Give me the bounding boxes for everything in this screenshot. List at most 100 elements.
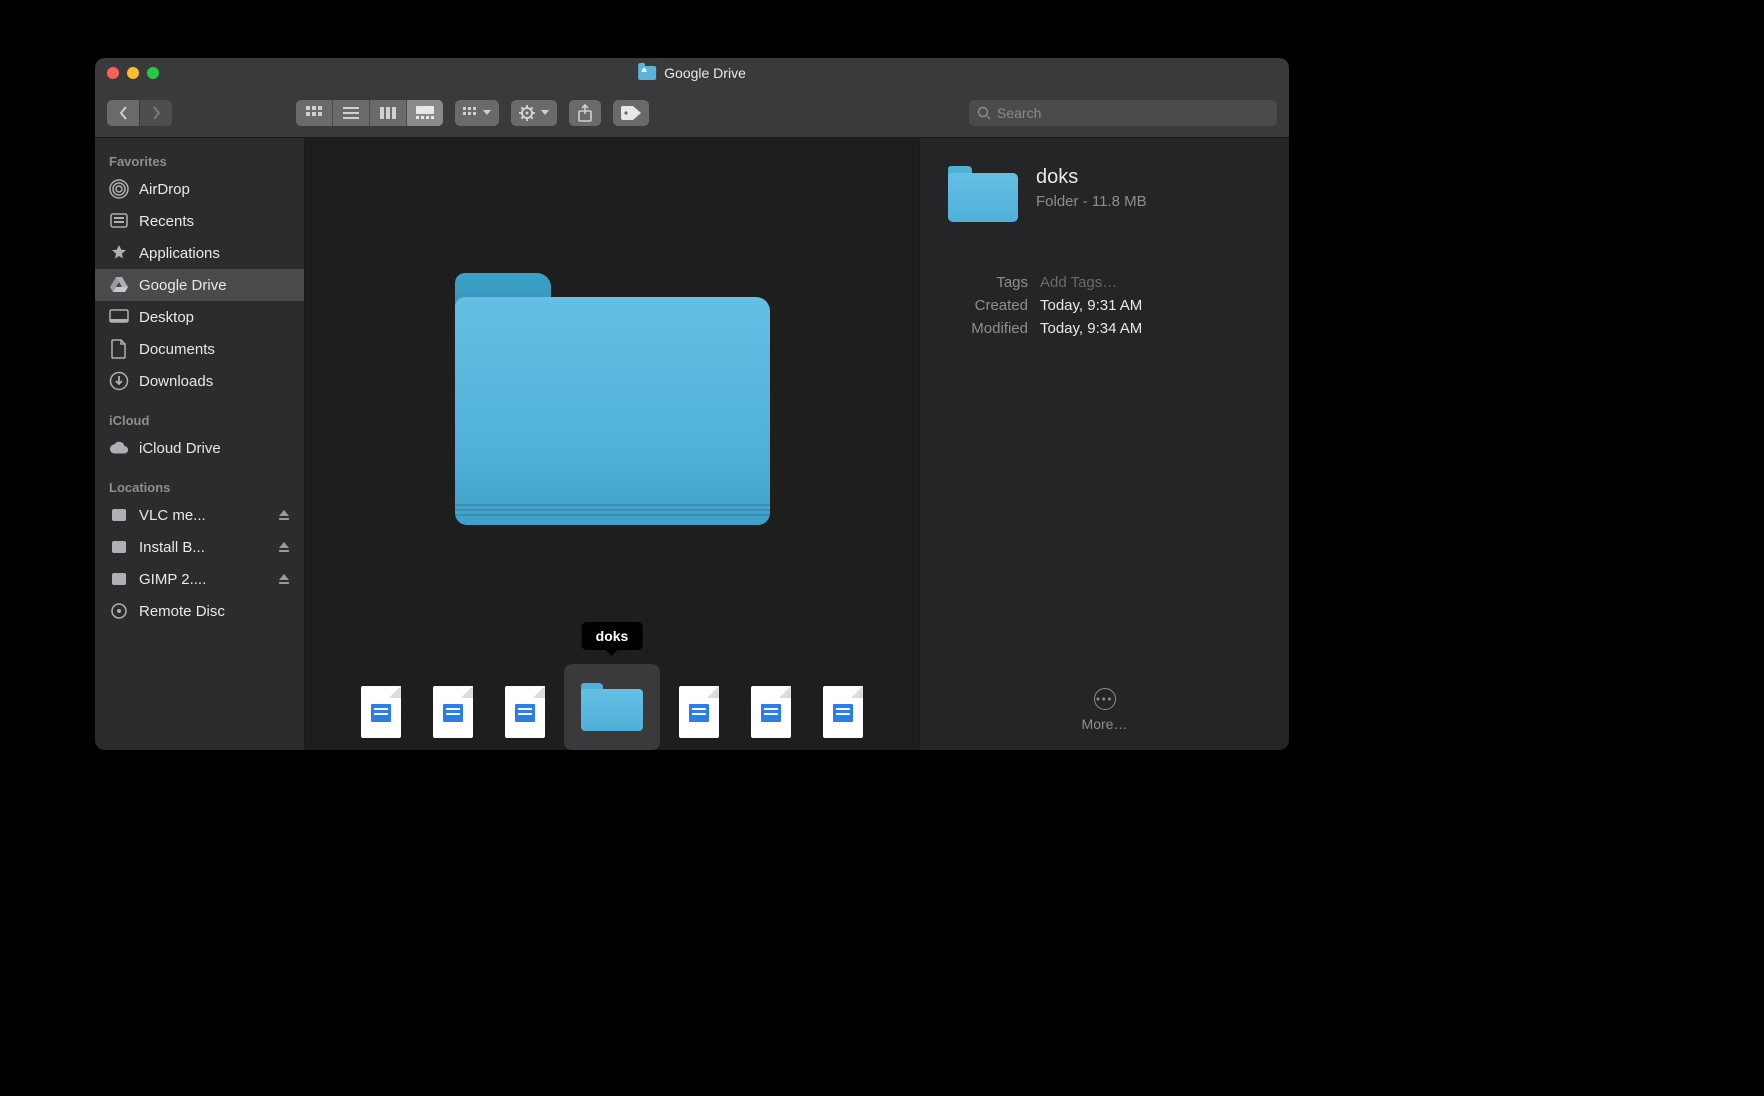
gdoc-file-icon (679, 686, 719, 738)
icon-view-button[interactable] (296, 100, 332, 126)
sidebar-item-recents[interactable]: Recents (95, 205, 304, 237)
search-field-wrap[interactable] (969, 100, 1277, 126)
info-add-tags[interactable]: Add Tags… (1040, 274, 1261, 291)
eject-icon[interactable] (278, 573, 290, 585)
gdoc-file-icon (823, 686, 863, 738)
close-window-button[interactable] (107, 67, 119, 79)
strip-item[interactable] (428, 682, 478, 742)
zoom-window-button[interactable] (147, 67, 159, 79)
view-mode-segmented (296, 100, 443, 126)
back-button[interactable] (107, 100, 139, 126)
window-controls (95, 67, 159, 79)
toolbar (95, 88, 1289, 138)
recents-icon (109, 211, 129, 231)
chevron-left-icon (119, 106, 128, 120)
sidebar-item-desktop[interactable]: Desktop (95, 301, 304, 333)
info-title: doks (1036, 166, 1147, 189)
window-title: Google Drive (664, 65, 746, 81)
cloud-icon (109, 438, 129, 458)
downloads-icon (109, 371, 129, 391)
sidebar-item-documents[interactable]: Documents (95, 333, 304, 365)
column-view-button[interactable] (370, 100, 406, 126)
sidebar-header-locations: Locations (95, 474, 304, 499)
sidebar-item-label: Recents (139, 213, 290, 230)
gdoc-file-icon (361, 686, 401, 738)
googledrive-icon (109, 275, 129, 295)
sidebar-item-location[interactable]: VLC me... (95, 499, 304, 531)
gdoc-file-icon (751, 686, 791, 738)
share-icon (578, 104, 592, 122)
action-menu-button[interactable] (511, 100, 557, 126)
info-tags-label: Tags (948, 274, 1028, 291)
chevron-down-icon (541, 110, 549, 116)
sidebar: Favorites AirDrop Recents Applications G… (95, 138, 305, 750)
strip-item[interactable] (500, 682, 550, 742)
strip-item-selected[interactable] (572, 672, 652, 742)
tooltip-text: doks (596, 628, 629, 644)
gear-icon (519, 105, 535, 121)
sidebar-item-icloud-drive[interactable]: iCloud Drive (95, 432, 304, 464)
strip-item[interactable] (818, 682, 868, 742)
search-icon (977, 106, 991, 120)
arrange-button[interactable] (455, 100, 499, 126)
gdoc-file-icon (505, 686, 545, 738)
sidebar-item-label: VLC me... (139, 507, 268, 524)
sidebar-item-location[interactable]: Install B... (95, 531, 304, 563)
folder-preview-icon[interactable] (455, 273, 770, 525)
sidebar-item-label: Desktop (139, 309, 290, 326)
gallery-icon (416, 106, 434, 120)
sidebar-item-label: Documents (139, 341, 290, 358)
disk-icon (109, 537, 129, 557)
disk-icon (109, 569, 129, 589)
columns-icon (380, 107, 396, 119)
list-view-button[interactable] (333, 100, 369, 126)
gallery-content: doks (305, 138, 919, 750)
sidebar-item-label: Install B... (139, 539, 268, 556)
info-pane: doks Folder - 11.8 MB Tags Add Tags… Cre… (919, 138, 1289, 750)
grid-small-icon (463, 107, 477, 119)
info-more-label: More… (1082, 716, 1128, 732)
minimize-window-button[interactable] (127, 67, 139, 79)
sidebar-item-label: Downloads (139, 373, 290, 390)
sidebar-item-label: Remote Disc (139, 603, 290, 620)
sidebar-item-label: Applications (139, 245, 290, 262)
sidebar-item-googledrive[interactable]: Google Drive (95, 269, 304, 301)
info-more-button[interactable]: ●●● More… (948, 688, 1261, 732)
sidebar-item-label: GIMP 2.... (139, 571, 268, 588)
info-metadata: Tags Add Tags… Created Today, 9:31 AM Mo… (948, 274, 1261, 337)
sidebar-item-applications[interactable]: Applications (95, 237, 304, 269)
chevron-down-icon (483, 110, 491, 116)
gdoc-file-icon (433, 686, 473, 738)
info-created-value: Today, 9:31 AM (1040, 297, 1261, 314)
documents-icon (109, 339, 129, 359)
disk-icon (109, 505, 129, 525)
titlebar: Google Drive (95, 58, 1289, 88)
grid-icon (306, 106, 322, 120)
googledrive-folder-icon (638, 66, 656, 80)
sidebar-item-remote-disc[interactable]: Remote Disc (95, 595, 304, 627)
list-icon (343, 107, 359, 119)
strip-item[interactable] (674, 682, 724, 742)
ellipsis-icon: ●●● (1094, 688, 1116, 710)
sidebar-item-airdrop[interactable]: AirDrop (95, 173, 304, 205)
chevron-right-icon (152, 106, 161, 120)
tag-icon (621, 106, 641, 120)
sidebar-item-label: AirDrop (139, 181, 290, 198)
thumbnail-strip[interactable] (305, 660, 919, 750)
info-modified-label: Modified (948, 320, 1028, 337)
share-button[interactable] (569, 100, 601, 126)
strip-item[interactable] (746, 682, 796, 742)
forward-button[interactable] (140, 100, 172, 126)
eject-icon[interactable] (278, 541, 290, 553)
airdrop-icon (109, 179, 129, 199)
sidebar-item-location[interactable]: GIMP 2.... (95, 563, 304, 595)
gallery-view-button[interactable] (407, 100, 443, 126)
sidebar-item-label: Google Drive (139, 277, 290, 294)
sidebar-item-downloads[interactable]: Downloads (95, 365, 304, 397)
strip-item[interactable] (356, 682, 406, 742)
search-input[interactable] (997, 105, 1269, 121)
eject-icon[interactable] (278, 509, 290, 521)
info-created-label: Created (948, 297, 1028, 314)
tags-button[interactable] (613, 100, 649, 126)
folder-icon (581, 683, 643, 731)
